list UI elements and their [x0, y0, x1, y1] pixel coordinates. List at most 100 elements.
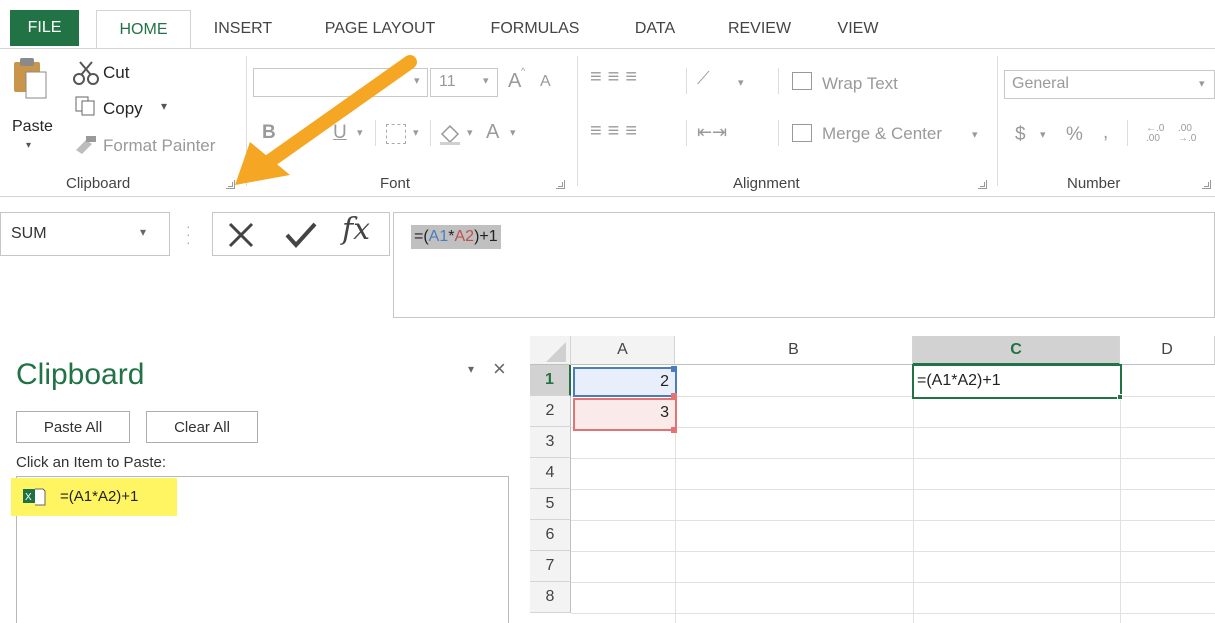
number-format-dropdown-icon[interactable]: ▾	[1199, 77, 1205, 90]
cut-button[interactable]: Cut	[103, 63, 129, 83]
svg-text:X: X	[25, 492, 32, 503]
column-header-a[interactable]: A	[571, 336, 675, 365]
font-dialog-launcher-icon[interactable]	[556, 180, 565, 189]
number-format-combobox[interactable]: General	[1004, 70, 1215, 99]
fill-handle[interactable]	[1117, 394, 1123, 400]
number-group-label: Number	[1067, 175, 1121, 192]
cell-a1[interactable]: 2	[573, 367, 677, 397]
comma-button[interactable]: ,	[1103, 122, 1108, 144]
gridline	[571, 613, 1215, 614]
column-header-d[interactable]: D	[1120, 336, 1215, 365]
tab-review[interactable]: REVIEW	[712, 10, 807, 47]
separator	[686, 120, 687, 146]
column-header-c[interactable]: C	[913, 336, 1120, 365]
row-header-2[interactable]: 2	[530, 396, 571, 427]
close-icon[interactable]: ×	[493, 356, 506, 382]
format-painter-icon	[74, 134, 98, 154]
tab-insert[interactable]: INSERT	[203, 10, 283, 47]
vertical-align-icons[interactable]: ≡≡≡	[590, 66, 643, 89]
fill-color-icon[interactable]	[438, 122, 462, 146]
orientation-icon[interactable]: ⟋	[697, 68, 710, 89]
percent-button[interactable]: %	[1066, 124, 1083, 146]
paste-all-button[interactable]: Paste All	[16, 411, 130, 443]
formula-bar-splitter-icon[interactable]: · · ·	[186, 219, 191, 249]
orientation-dropdown-icon[interactable]: ▾	[738, 76, 744, 89]
cell-a2-value: 3	[660, 404, 669, 421]
clipboard-item[interactable]: X =(A1*A2)+1	[11, 478, 177, 516]
annotation-arrow-icon	[235, 55, 417, 185]
row-header-1[interactable]: 1	[530, 365, 571, 396]
cancel-icon[interactable]	[226, 220, 256, 250]
formula-input[interactable]	[393, 212, 1215, 318]
alignment-group-label: Alignment	[733, 175, 800, 192]
font-color-dropdown-icon[interactable]: ▾	[510, 126, 516, 139]
indent-icons[interactable]: ⇤⇥	[697, 122, 727, 143]
alignment-dialog-launcher-icon[interactable]	[978, 180, 987, 189]
tab-home[interactable]: HOME	[96, 10, 191, 49]
insert-function-icon[interactable]: fx	[342, 212, 370, 247]
separator	[430, 120, 431, 146]
format-painter-button[interactable]: Format Painter	[103, 136, 215, 156]
row-header-5[interactable]: 5	[530, 489, 571, 520]
cell-c1-active[interactable]: =(A1*A2)+1	[912, 364, 1122, 399]
row-header-8[interactable]: 8	[530, 582, 571, 613]
tab-formulas[interactable]: FORMULAS	[475, 10, 595, 47]
tab-file[interactable]: FILE	[10, 10, 79, 46]
formula-part: )+1	[474, 228, 498, 245]
grow-font-button[interactable]: A	[508, 70, 521, 93]
ribbon-bottom-border	[0, 196, 1215, 197]
shrink-font-button[interactable]: A	[540, 73, 551, 91]
formula-ref-a1: A1	[428, 228, 449, 245]
worksheet-grid[interactable]: A B C D 1 2 3 4 5 6 7 8 2 3 =(A1*A2)+1	[530, 336, 1215, 623]
increase-decimal-icon[interactable]: ←.0.00	[1146, 124, 1164, 144]
copy-dropdown-icon[interactable]: ▾	[161, 99, 167, 113]
number-dialog-launcher-icon[interactable]	[1202, 180, 1211, 189]
gridline	[571, 520, 1215, 521]
gridline	[1120, 365, 1121, 623]
paste-button[interactable]	[10, 56, 58, 164]
paste-instruction: Click an Item to Paste:	[16, 454, 167, 471]
merge-dropdown-icon[interactable]: ▾	[972, 128, 978, 141]
merge-center-button[interactable]: Merge & Center	[822, 124, 942, 144]
copy-button[interactable]: Copy	[103, 99, 143, 119]
tab-page-layout[interactable]: PAGE LAYOUT	[300, 10, 460, 47]
copy-icon	[74, 95, 96, 117]
range-handle[interactable]	[671, 393, 677, 399]
enter-check-icon[interactable]	[284, 220, 318, 250]
row-header-6[interactable]: 6	[530, 520, 571, 551]
column-header-b[interactable]: B	[675, 336, 913, 365]
paste-dropdown-icon[interactable]: ▾	[26, 140, 31, 151]
horizontal-align-icons[interactable]: ≡≡≡	[590, 120, 643, 143]
font-size-dropdown-icon[interactable]: ▾	[483, 74, 489, 87]
font-size-value: 11	[439, 73, 456, 90]
row-header-4[interactable]: 4	[530, 458, 571, 489]
wrap-text-button[interactable]: Wrap Text	[822, 74, 898, 94]
currency-button[interactable]: $	[1015, 124, 1026, 146]
range-handle[interactable]	[671, 366, 677, 372]
decrease-decimal-icon[interactable]: .00 →.0	[1178, 124, 1196, 144]
paste-label: Paste	[12, 118, 53, 135]
formula-ref-a2: A2	[454, 228, 475, 245]
name-box-dropdown-icon[interactable]: ▾	[140, 225, 146, 239]
row-header-3[interactable]: 3	[530, 427, 571, 458]
range-handle[interactable]	[671, 427, 677, 433]
paste-icon	[14, 58, 47, 99]
cell-a2[interactable]: 3	[573, 398, 677, 431]
fill-color-dropdown-icon[interactable]: ▾	[467, 126, 473, 139]
tab-data[interactable]: DATA	[620, 10, 690, 47]
pane-options-icon[interactable]: ▾	[468, 362, 474, 376]
row-header-7[interactable]: 7	[530, 551, 571, 582]
separator	[686, 68, 687, 94]
clear-all-button[interactable]: Clear All	[146, 411, 258, 443]
separator	[778, 68, 779, 94]
group-separator	[997, 56, 998, 186]
currency-dropdown-icon[interactable]: ▾	[1040, 128, 1046, 141]
clipboard-pane-title: Clipboard	[16, 358, 145, 391]
clipboard-item-text: =(A1*A2)+1	[60, 488, 139, 505]
font-color-button[interactable]: A	[486, 121, 499, 144]
gridline	[913, 365, 914, 623]
group-separator	[577, 56, 578, 186]
cut-icon	[72, 60, 102, 86]
select-all-corner[interactable]	[530, 336, 571, 365]
tab-view[interactable]: VIEW	[823, 10, 893, 47]
